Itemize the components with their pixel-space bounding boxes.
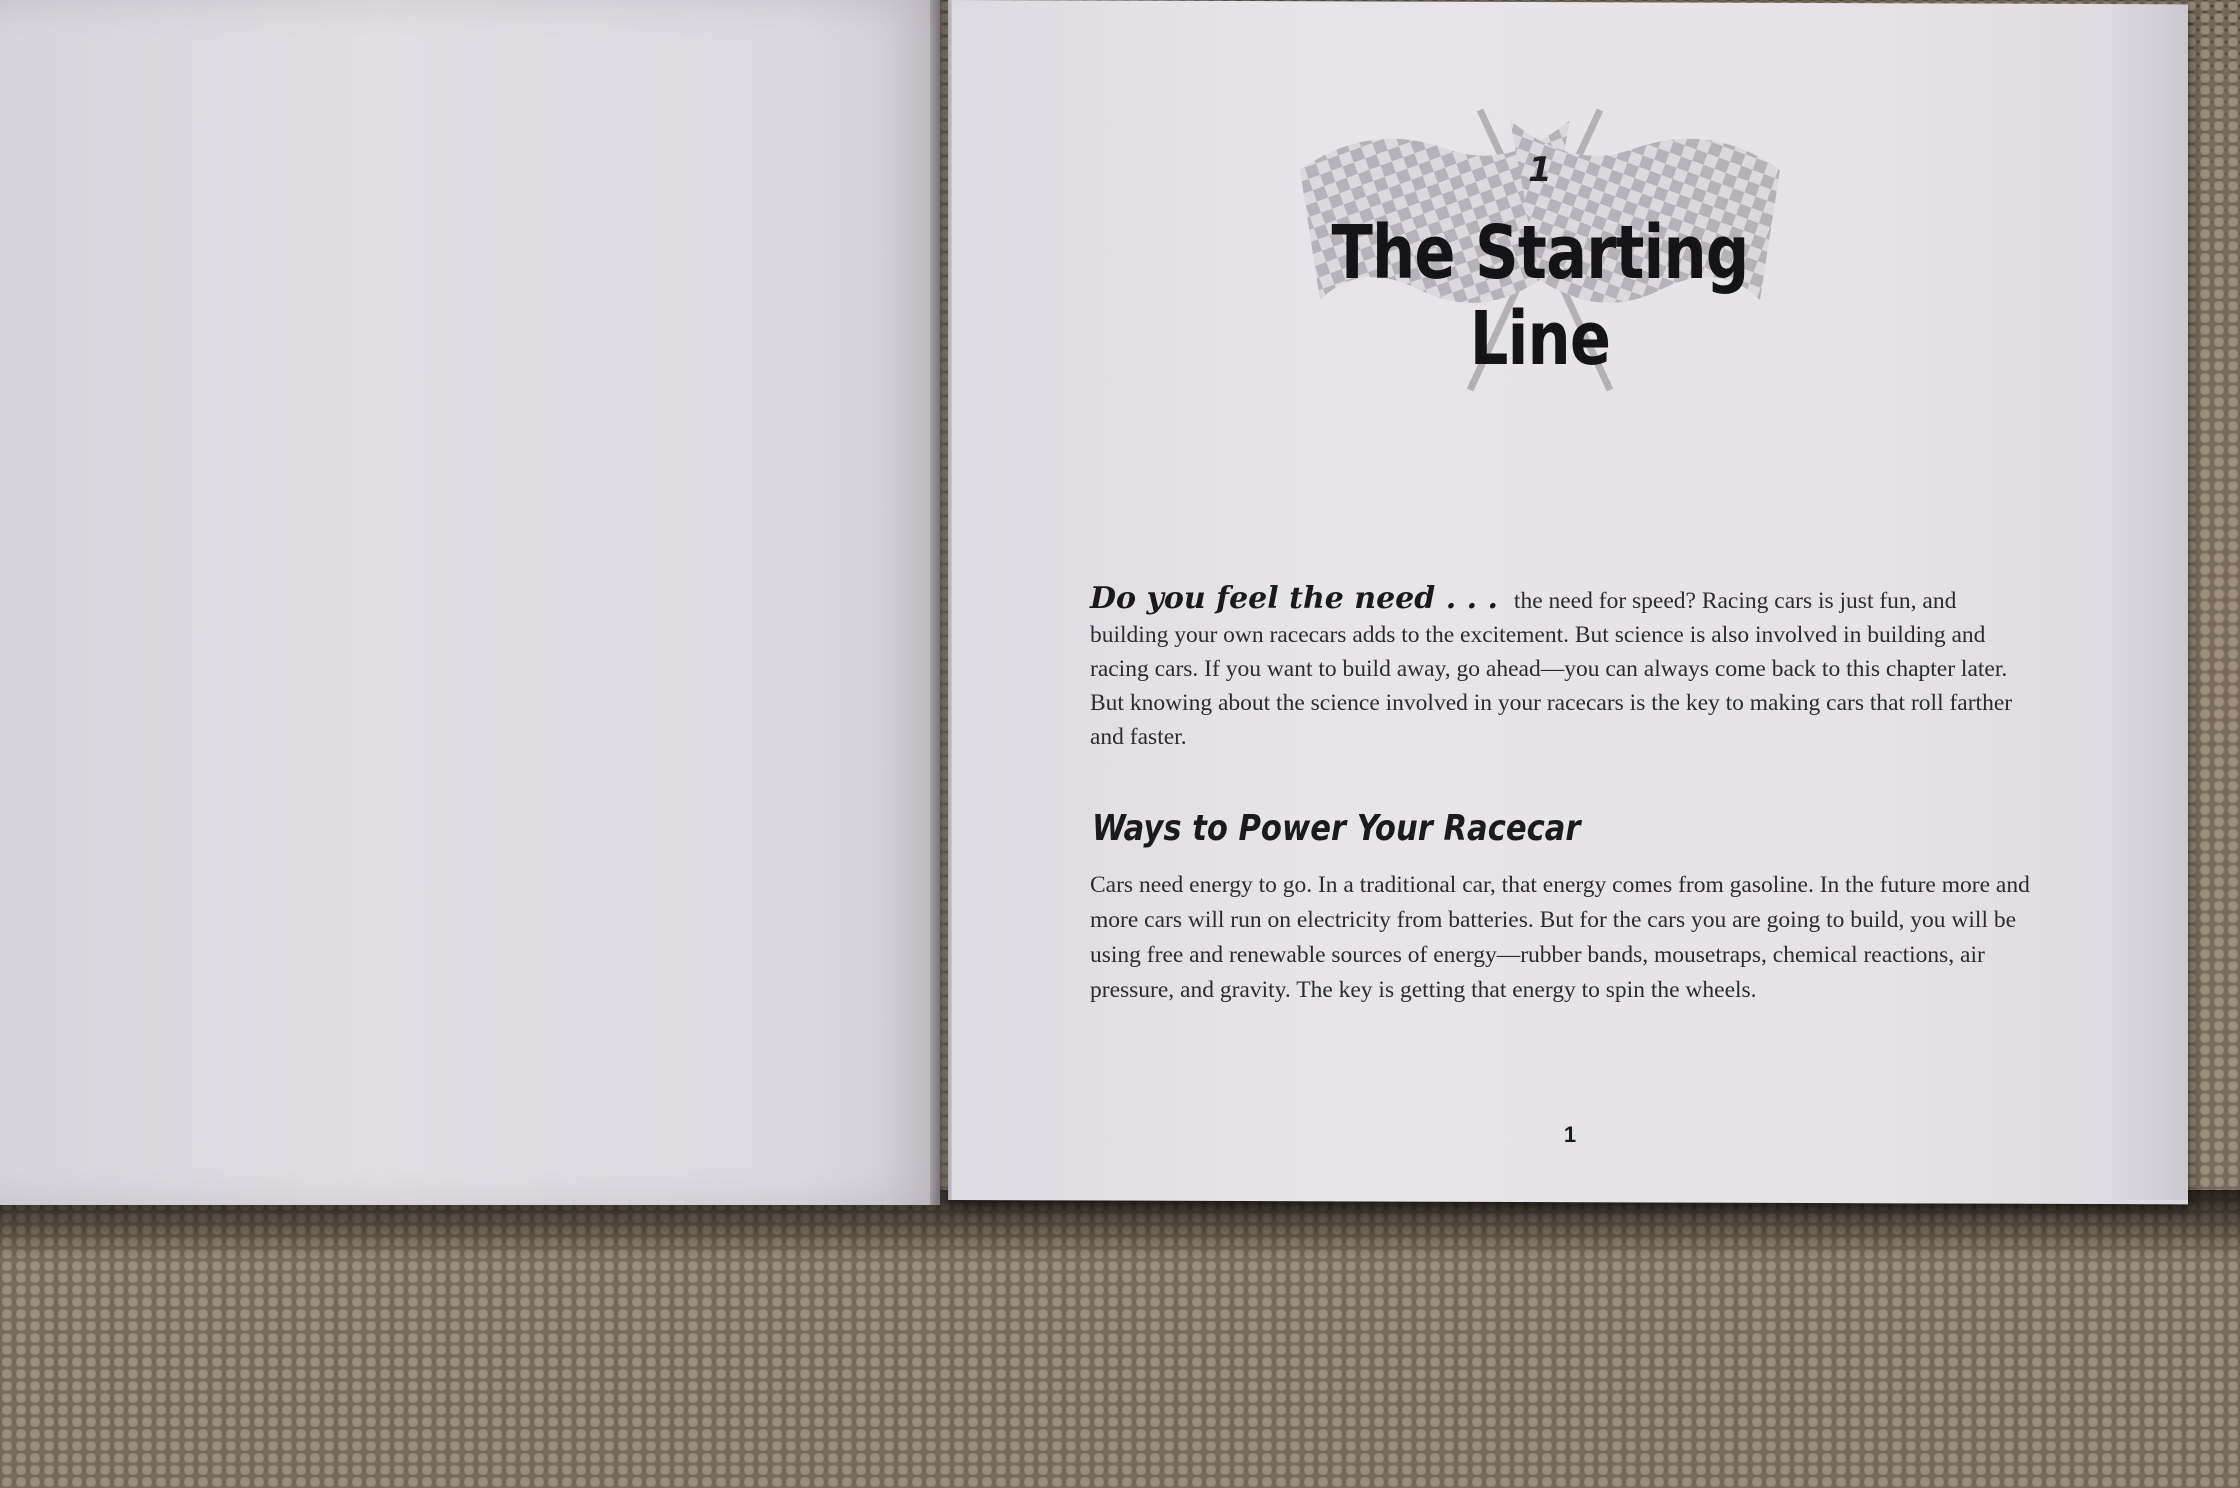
page-number: 1	[1563, 1122, 1577, 1147]
book-spine	[930, 0, 952, 1205]
section-paragraph: Cars need energy to go. In a traditional…	[1090, 872, 2030, 1003]
left-page-blank	[0, 0, 940, 1205]
section-heading: Ways to Power Your Racecar	[1092, 808, 1581, 849]
intro-paragraph: Do you feel the need . . . the need for s…	[1090, 582, 2030, 754]
right-page-edge-shade	[2100, 0, 2190, 1200]
intro-lead: Do you feel the need . . .	[1090, 581, 1498, 616]
chapter-title: The Starting Line	[1331, 210, 1749, 382]
chapter-number: 1	[1528, 150, 1552, 190]
